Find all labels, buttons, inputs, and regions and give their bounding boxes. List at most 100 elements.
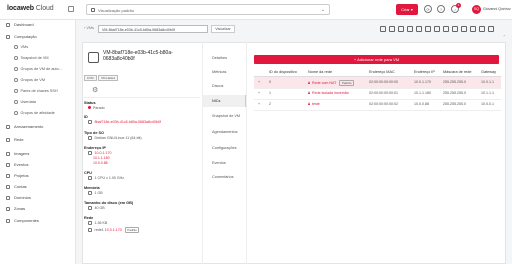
- scope-selector[interactable]: Visualização padrão ⌄: [86, 4, 330, 15]
- sidebar-item-userdata[interactable]: Userdata: [14, 100, 36, 104]
- ip-icon: [88, 151, 92, 155]
- tab-settings[interactable]: Configurações: [212, 146, 236, 150]
- dashboard-icon: [6, 22, 10, 27]
- edit-icon[interactable]: [434, 26, 440, 32]
- col-ip[interactable]: Endereço IP: [414, 70, 435, 74]
- memory-value: 1 GB: [88, 191, 103, 195]
- sidebar-item-projects[interactable]: Projetos: [6, 173, 29, 178]
- sidebar-item-label: Snapshot de VM: [20, 56, 49, 60]
- chevron-up-icon[interactable]: ⌃: [503, 34, 506, 39]
- sidebar-item-label: Armazenamento: [14, 124, 44, 129]
- sidebar-item-label: Userdata: [20, 100, 36, 104]
- sidebar-item-label: Grupos de VM: [20, 78, 45, 82]
- ip-value-2: 10.1.1.180: [93, 156, 110, 160]
- sidebar-item-affinity-groups[interactable]: Grupos de afinidade: [14, 111, 55, 115]
- avatar[interactable]: SQ: [472, 5, 481, 14]
- gateway: 10.0.1.1: [481, 80, 494, 84]
- network-name-link[interactable]: teste: [308, 102, 320, 106]
- col-device-id[interactable]: ID do dispositivo: [269, 70, 297, 74]
- tab-metrics[interactable]: Métricas: [212, 70, 226, 74]
- os-label: Tipo de SO: [84, 131, 104, 135]
- expand-icon[interactable]: +: [258, 91, 260, 95]
- expand-icon[interactable]: +: [258, 80, 260, 84]
- disk-label: Tamanho do disco (em GB): [84, 201, 134, 205]
- password-icon[interactable]: [443, 26, 449, 32]
- globe-icon: [6, 206, 10, 211]
- sidebar-item-autoscale-groups[interactable]: Grupos de VM de auto...: [14, 67, 62, 71]
- device-id: 1: [269, 91, 271, 95]
- storage-icon: [6, 124, 10, 129]
- tab-vm-snapshots[interactable]: Snapshot de VM: [212, 114, 240, 118]
- sidebar-item-network[interactable]: Rede: [6, 137, 24, 142]
- default-pill: Padrão: [124, 227, 140, 233]
- create-button[interactable]: Criar ▾: [396, 4, 418, 15]
- attach-iso-icon[interactable]: [425, 26, 431, 32]
- os-value: Debian GNU/Linux 11 (64-bit): [88, 136, 142, 140]
- sidebar-item-vms[interactable]: VMs: [14, 45, 28, 49]
- autoscale-icon: [14, 67, 18, 71]
- col-network-name[interactable]: Nome da rede: [308, 70, 332, 74]
- delete-icon[interactable]: [488, 26, 494, 32]
- console-icon[interactable]: [380, 26, 386, 32]
- network-name-link[interactable]: Rede com NAT Padrão: [308, 80, 354, 86]
- tab-details[interactable]: Detalhes: [212, 56, 227, 60]
- help-icon[interactable]: ?: [437, 5, 445, 13]
- add-network-button[interactable]: + Adicionar rede para VM: [254, 55, 499, 64]
- mac-address: 02:00:00:00:00:00: [369, 80, 398, 84]
- sidebar-item-components[interactable]: Componentes: [6, 218, 39, 223]
- network-icon: [88, 221, 92, 225]
- backup-icon[interactable]: [416, 26, 422, 32]
- col-gateway[interactable]: Gateway: [481, 70, 496, 74]
- disk-icon: [88, 206, 92, 210]
- tab-nics[interactable]: NICs: [212, 99, 220, 103]
- sidebar-item-domains[interactable]: Domínios: [6, 195, 31, 200]
- id-value[interactable]: 8baf718e-e03b-41c5-b80a-0683a8c40b0f: [88, 120, 161, 124]
- sidebar-item-compute[interactable]: Computação: [6, 34, 37, 39]
- hypervisor-tag: KVM: [84, 75, 97, 81]
- start-icon[interactable]: [389, 26, 395, 32]
- view-button[interactable]: Visualizar: [211, 25, 235, 33]
- netmask: 255.255.255.0: [443, 80, 466, 84]
- team-icon: [6, 184, 10, 189]
- sidebar-item-zones[interactable]: Zonas: [6, 206, 25, 211]
- mac-address: 02:00:00:00:00:02: [369, 102, 398, 106]
- ssh-key-icon[interactable]: [470, 26, 476, 32]
- breadcrumb-root[interactable]: VMs: [86, 26, 94, 30]
- reboot-icon[interactable]: [398, 26, 404, 32]
- sidebar-item-dashboard[interactable]: Dashboard: [6, 22, 34, 27]
- sidebar-item-label: Dashboard: [14, 22, 34, 27]
- sidebar-item-storage[interactable]: Armazenamento: [6, 124, 43, 129]
- sidebar-toggle-icon[interactable]: [68, 6, 74, 12]
- network-name-link[interactable]: Rede isolada incremão: [308, 91, 349, 95]
- sidebar-item-vm-groups[interactable]: Grupos de VM: [14, 78, 45, 82]
- scale-icon[interactable]: [461, 26, 467, 32]
- default-network: rede1 10.0.1.170 Padrão: [88, 227, 140, 233]
- tab-events[interactable]: Eventos: [212, 161, 226, 165]
- sidebar-item-vm-snapshot[interactable]: Snapshot de VM: [14, 56, 49, 60]
- tab-disks[interactable]: Discos: [212, 84, 223, 88]
- warning-icon: [308, 102, 310, 106]
- copy-icon[interactable]: [88, 120, 92, 124]
- brand-logo[interactable]: locaweb Cloud: [7, 5, 54, 12]
- migrate-icon[interactable]: [452, 26, 458, 32]
- tab-comments[interactable]: Comentários: [212, 175, 234, 179]
- tab-schedules[interactable]: Agendamentos: [212, 130, 238, 134]
- ip-address: 10.0.1.170: [414, 80, 431, 84]
- snapshot-icon[interactable]: [407, 26, 413, 32]
- expand-icon[interactable]: +: [258, 102, 260, 106]
- userdata-icon[interactable]: [479, 26, 485, 32]
- scope-label: Visualização padrão: [98, 8, 134, 14]
- cpu-label: CPU: [84, 171, 93, 175]
- id-label: ID: [84, 115, 88, 119]
- refresh-icon[interactable]: ⟳: [424, 5, 432, 13]
- col-netmask[interactable]: Máscara de rede: [443, 70, 472, 74]
- sidebar-item-label: Pares de chaves SSH: [20, 89, 58, 93]
- sidebar-item-events[interactable]: Eventos: [6, 162, 28, 167]
- username[interactable]: Giovanni Queiroz: [483, 7, 511, 11]
- sidebar-item-accounts[interactable]: Contas: [6, 184, 27, 189]
- netmask: 255.255.255.0: [443, 91, 466, 95]
- col-mac[interactable]: Endereço MAC: [369, 70, 395, 74]
- sidebar-item-ssh-keys[interactable]: Pares de chaves SSH: [14, 89, 58, 93]
- state-tag: VM Halted: [98, 75, 119, 81]
- sidebar-item-images[interactable]: Imagens: [6, 151, 29, 156]
